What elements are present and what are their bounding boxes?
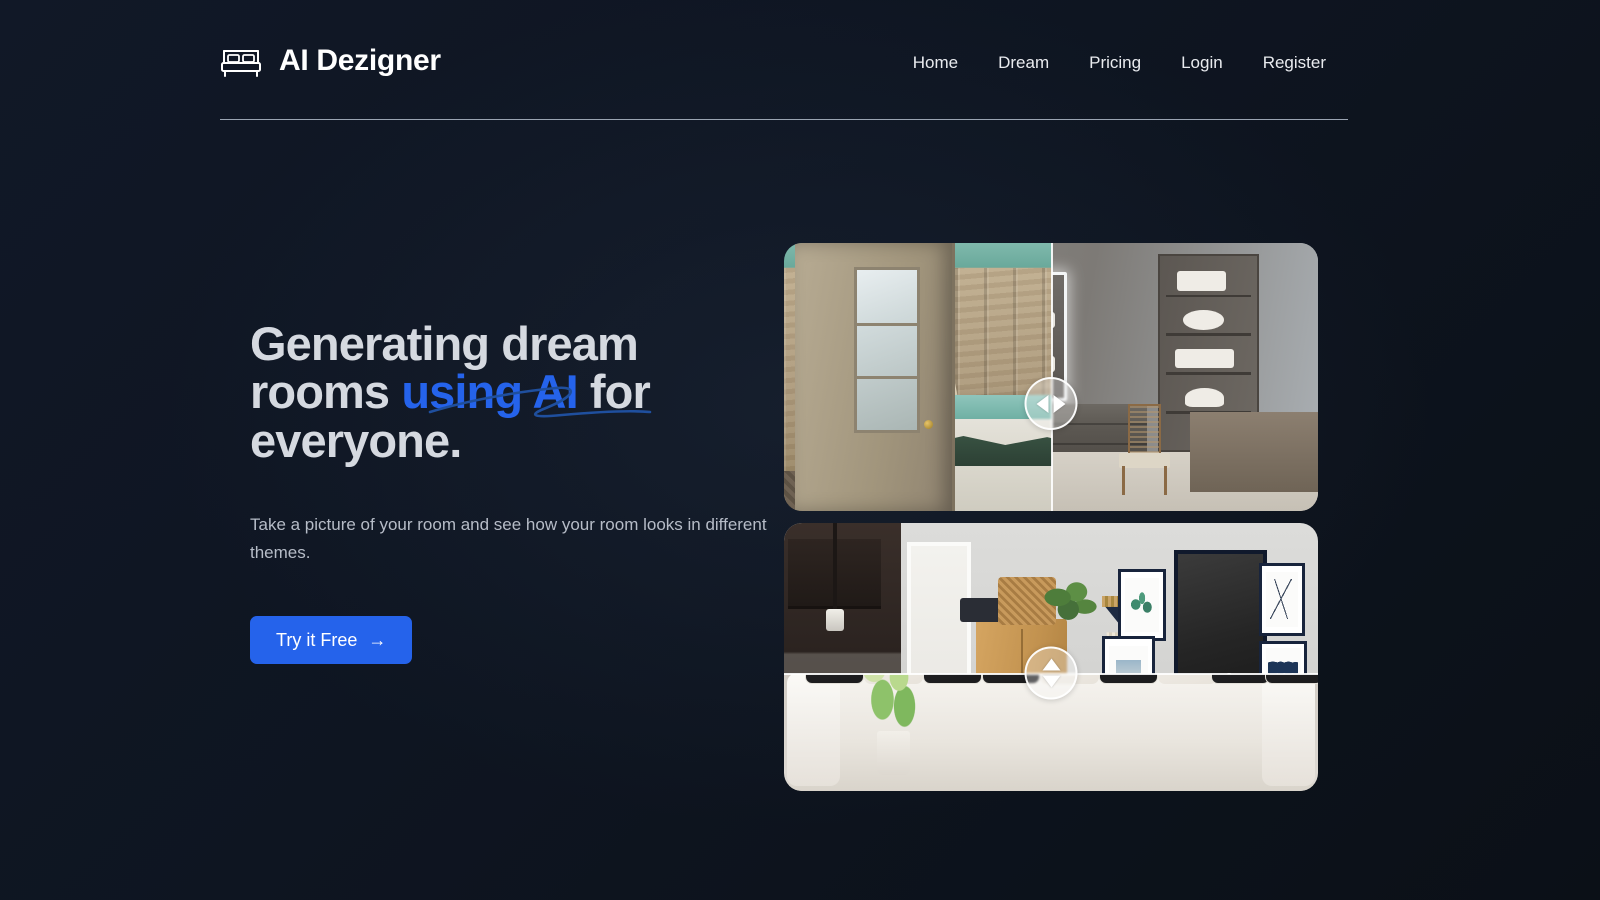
- framed-art-leaf: [1118, 569, 1166, 641]
- slider-bottom-handle[interactable]: [1024, 646, 1078, 700]
- slider-stack: be bold, brave & brilliant.: [784, 243, 1318, 791]
- arrow-right-icon: →: [368, 630, 387, 651]
- main-navigation: Home Dream Pricing Login Register: [893, 42, 1326, 77]
- brand-name: AI Dezigner: [279, 43, 441, 77]
- nav-link-dream[interactable]: Dream: [978, 48, 1069, 77]
- triangle-up-icon: [1042, 658, 1060, 671]
- triangle-right-icon: [1053, 394, 1066, 413]
- site-header: AI Dezigner Home Dream Pricing Login Reg…: [0, 0, 1600, 120]
- nav-link-register[interactable]: Register: [1243, 48, 1326, 77]
- hero-subtitle: Take a picture of your room and see how …: [250, 515, 767, 562]
- page-title: Generating dream rooms using AI for ever…: [250, 319, 770, 465]
- comparison-slider-bottom[interactable]: be bold, brave & brilliant.: [784, 523, 1318, 791]
- header-inner: AI Dezigner Home Dream Pricing Login Reg…: [220, 0, 1348, 120]
- hero-copy: Generating dream rooms using AI for ever…: [250, 319, 790, 665]
- brand-logo[interactable]: AI Dezigner: [220, 32, 441, 88]
- nav-link-pricing[interactable]: Pricing: [1069, 48, 1161, 77]
- triangle-left-icon: [1036, 394, 1049, 413]
- comparison-slider-top[interactable]: [784, 243, 1318, 511]
- triangle-down-icon: [1042, 675, 1060, 688]
- nav-link-login[interactable]: Login: [1161, 48, 1243, 77]
- headline-accent: using AI: [401, 365, 578, 419]
- framed-art-hand: [1259, 563, 1304, 635]
- hero-section: Generating dream rooms using AI for ever…: [0, 120, 1600, 900]
- bed-icon: [220, 45, 262, 79]
- try-it-free-button[interactable]: Try it Free →: [250, 616, 413, 665]
- nav-link-home[interactable]: Home: [893, 48, 978, 77]
- cta-label: Try it Free: [276, 630, 358, 651]
- slider-top-handle[interactable]: [1024, 377, 1078, 430]
